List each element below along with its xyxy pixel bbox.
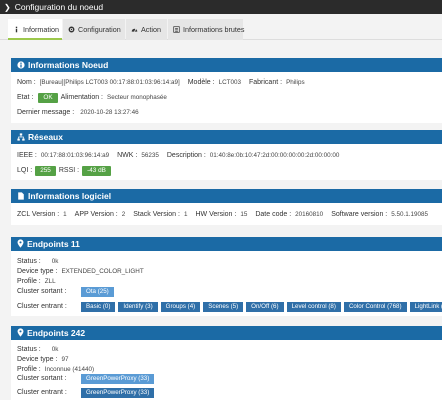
cluster-chip-scenes[interactable]: Scenes (5)	[203, 302, 244, 312]
panel-informations-logiciel: Informations logiciel ZCL Version :1 APP …	[11, 189, 442, 225]
panel-header: Endpoints 242	[11, 326, 442, 340]
chevron-right-icon[interactable]: ❯	[4, 1, 11, 15]
device-type: 97	[61, 356, 69, 363]
row-device-type: Device type : EXTENDED_COLOR_LIGHT	[17, 268, 144, 275]
list-icon	[173, 26, 180, 33]
endpoint-profile: Inconnue (41440)	[44, 366, 95, 373]
panel-header: Endpoints 11	[11, 237, 442, 251]
row-versions: ZCL Version :1 APP Version :2 Stack Versio…	[17, 211, 429, 218]
device-type: EXTENDED_COLOR_LIGHT	[61, 268, 144, 275]
row-dernier-message: Dernier message :2020-10-28 13:27:46	[17, 109, 139, 116]
sitemap-icon	[17, 133, 25, 141]
node-manufacturer: Philips	[286, 79, 305, 86]
tab-action[interactable]: Action	[126, 19, 167, 40]
row-lqi: LQI :255 RSSI : -43 dB	[17, 166, 111, 176]
panel-endpoint-11: Endpoints 11 Status :0k Device type : EXT…	[11, 237, 442, 316]
tab-informations-brutes[interactable]: Informations brutes	[168, 19, 245, 40]
endpoint-status: 0k	[51, 346, 59, 353]
row-etat: Etat : OK Alimentation : Secteur monophasée	[17, 93, 167, 103]
zcl-version: 1	[63, 211, 67, 218]
cluster-chip-level-control[interactable]: Level control (8)	[286, 302, 341, 312]
panel-informations-noeud: Informations Noeud Nom : [Bureau][Philips…	[11, 58, 442, 123]
panel-reseaux: Réseaux IEEE :00:17:88:01:03:96:14:a9 NWK…	[11, 130, 442, 180]
app-version: 2	[121, 211, 126, 218]
row-cluster-entrant: Cluster entrant : GreenPowerProxy (33)	[17, 388, 157, 398]
window-titlebar: ❯ Configuration du noeud	[0, 0, 442, 14]
tab-information[interactable]: Information	[8, 19, 62, 40]
dashboard-icon	[131, 28, 138, 32]
info-icon	[15, 26, 18, 33]
gear-icon	[68, 26, 75, 33]
row-cluster-sortant: Cluster sortant : Ota (25)	[17, 287, 117, 297]
row-nom: Nom : [Bureau][Philips LCT003 00:17:88:01…	[17, 79, 305, 86]
rssi-badge: -43 dB	[82, 166, 111, 176]
row-device-type: Device type :97	[17, 356, 69, 363]
row-status: Status :0k	[17, 346, 59, 353]
row-ieee: IEEE :00:17:88:01:03:96:14:a9 NWK :56235 D…	[17, 152, 340, 159]
row-profile: Profile : ZLL	[17, 278, 56, 285]
power-source: Secteur monophasée	[107, 94, 167, 101]
tab-configuration[interactable]: Configuration	[63, 19, 125, 40]
map-marker-icon	[17, 239, 24, 248]
ieee-address: 00:17:88:01:03:96:14:a9	[40, 152, 110, 159]
cluster-chip-lightlink[interactable]: LightLink (4096)	[409, 302, 442, 312]
file-icon	[18, 192, 24, 200]
cluster-chip-ota[interactable]: Ota (25)	[81, 287, 114, 297]
stack-version: 1	[183, 211, 188, 218]
cluster-chip-greenpowerproxy[interactable]: GreenPowerProxy (33)	[81, 388, 155, 398]
row-status: Status :0k	[17, 258, 59, 265]
map-marker-icon	[17, 328, 24, 337]
endpoint-status: 0k	[51, 258, 59, 265]
tab-bar: Information Configuration Action Informa…	[0, 18, 442, 40]
row-cluster-entrant: Cluster entrant : Basic (0) Identify (3) Gr…	[17, 302, 442, 312]
cluster-chip-color-control[interactable]: Color Control (768)	[343, 302, 407, 312]
status-badge: OK	[38, 93, 58, 103]
info-circle-icon	[17, 61, 25, 69]
endpoint-profile: ZLL	[44, 278, 56, 285]
nwk-address: 56235	[141, 152, 159, 159]
row-cluster-sortant: Cluster sortant : GreenPowerProxy (33)	[17, 374, 157, 384]
panel-header: Informations Noeud	[11, 58, 442, 72]
panel-header: Réseaux	[11, 130, 442, 144]
network-description: 01:40:8e:0b:10:47:2d:00:00:00:00:2d:00:0…	[209, 152, 340, 159]
last-message-time: 2020-10-28 13:27:46	[80, 109, 139, 116]
cluster-chip-groups[interactable]: Groups (4)	[160, 302, 201, 312]
cluster-chip-onoff[interactable]: On/Off (6)	[246, 302, 284, 312]
panel-endpoint-242: Endpoints 242 Status :0k Device type :97…	[11, 326, 442, 400]
lqi-badge: 255	[35, 166, 56, 176]
date-code: 20160810	[295, 211, 324, 218]
window-title: Configuration du noeud	[14, 2, 104, 12]
node-model: LCT003	[218, 79, 241, 86]
hw-version: 15	[240, 211, 248, 218]
node-name: [Bureau][Philips LCT003 00:17:88:01:03:9…	[39, 79, 180, 86]
cluster-chip-basic[interactable]: Basic (0)	[81, 302, 116, 312]
cluster-chip-greenpowerproxy[interactable]: GreenPowerProxy (33)	[81, 374, 155, 384]
panel-header: Informations logiciel	[11, 189, 442, 203]
cluster-chip-identify[interactable]: Identify (3)	[118, 302, 158, 312]
software-version: 5.50.1.19085	[391, 211, 429, 218]
